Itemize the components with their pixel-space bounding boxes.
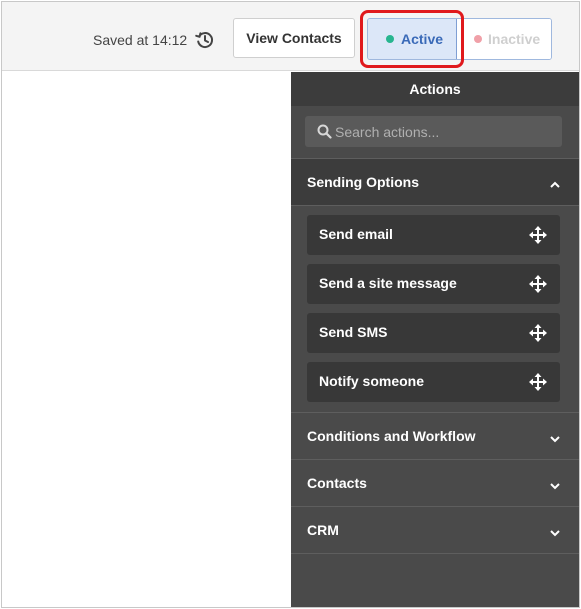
move-icon[interactable] [529,275,547,293]
action-label: Send email [319,226,393,242]
divider [291,553,579,554]
section-title: Contacts [307,475,367,491]
top-toolbar: Saved at 14:12 View Contacts Active Inac… [2,2,579,71]
section-title: Sending Options [307,174,419,190]
section-conditions-and-workflow[interactable]: Conditions and Workflow [291,412,579,459]
sending-options-list: Send email Send a site message Send SMS … [291,206,579,416]
action-send-email[interactable]: Send email [307,215,560,255]
section-sending-options[interactable]: Sending Options [291,158,579,205]
active-highlight-annotation [360,10,464,68]
saved-status: Saved at 14:12 [93,32,188,48]
action-label: Send a site message [319,275,457,291]
action-send-sms[interactable]: Send SMS [307,313,560,353]
section-contacts[interactable]: Contacts [291,459,579,506]
chevron-down-icon [549,478,561,490]
section-crm[interactable]: CRM [291,506,579,553]
chevron-down-icon [549,525,561,537]
section-title: CRM [307,522,339,538]
action-label: Notify someone [319,373,425,389]
inactive-status-button[interactable]: Inactive [457,19,551,59]
move-icon[interactable] [529,226,547,244]
action-send-site-message[interactable]: Send a site message [307,264,560,304]
action-notify-someone[interactable]: Notify someone [307,362,560,402]
section-title: Conditions and Workflow [307,428,476,444]
action-label: Send SMS [319,324,388,340]
chevron-down-icon [549,431,561,443]
chevron-up-icon [549,177,561,188]
inactive-dot-icon [474,35,482,43]
actions-panel: Actions Sending Options Send email [291,72,579,607]
search-box [305,116,562,147]
view-contacts-button[interactable]: View Contacts [233,18,355,58]
history-icon[interactable] [194,29,216,51]
search-actions-input[interactable] [335,116,555,147]
app-window: Saved at 14:12 View Contacts Active Inac… [1,1,580,608]
move-icon[interactable] [529,373,547,391]
move-icon[interactable] [529,324,547,342]
actions-panel-title: Actions [291,72,579,106]
search-icon [317,124,332,139]
inactive-status-label: Inactive [488,31,541,47]
